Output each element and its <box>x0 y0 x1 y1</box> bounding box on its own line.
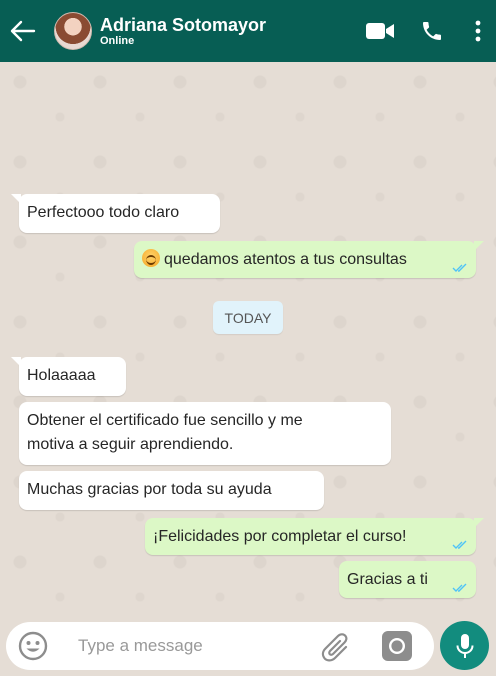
voice-call-button[interactable] <box>418 11 446 51</box>
message-input-bar <box>6 622 434 670</box>
message-text: Muchas gracias por toda su ayuda <box>27 481 272 498</box>
contact-name: Adriana Sotomayor <box>100 14 267 35</box>
date-separator: TODAY <box>213 301 283 334</box>
back-button[interactable] <box>0 0 46 62</box>
video-call-icon <box>366 23 394 39</box>
message-text: Holaaaaa <box>27 367 96 384</box>
message-incoming[interactable]: Perfectooo todo claro <box>11 194 220 233</box>
message-outgoing[interactable]: Gracias a ti <box>339 561 476 598</box>
avatar[interactable] <box>54 12 92 50</box>
emoji-icon <box>18 631 48 661</box>
attach-button[interactable] <box>320 630 354 664</box>
chat-area[interactable]: Perfectooo todo claro quedamos atentos a… <box>0 62 496 618</box>
emoji-button[interactable] <box>17 630 49 662</box>
camera-button[interactable] <box>382 631 412 661</box>
message-outgoing[interactable]: quedamos atentos a tus consultas <box>134 241 484 278</box>
voice-record-button[interactable] <box>440 621 489 670</box>
message-text-line: Obtener el certificado fue sencillo y me <box>27 412 303 429</box>
message-text: Gracias a ti <box>347 571 428 588</box>
camera-icon <box>382 631 412 661</box>
double-check-icon <box>452 583 467 592</box>
contact-status: Online <box>100 34 135 47</box>
message-incoming[interactable]: Muchas gracias por toda su ayuda <box>19 471 324 510</box>
contact-info[interactable]: Adriana Sotomayor Online <box>100 15 266 48</box>
composer <box>0 618 496 676</box>
message-incoming[interactable]: Obtener el certificado fue sencillo y me… <box>19 402 391 465</box>
double-check-icon <box>452 540 467 549</box>
message-outgoing[interactable]: ¡Felicidades por completar el curso! <box>145 518 484 555</box>
message-input[interactable] <box>78 634 298 658</box>
chat-header: Adriana Sotomayor Online <box>0 0 496 62</box>
more-options-button[interactable] <box>468 11 488 51</box>
message-text: Perfectooo todo claro <box>27 204 180 221</box>
double-check-icon <box>452 263 467 272</box>
message-text: ¡Felicidades por completar el curso! <box>153 528 407 545</box>
message-incoming[interactable]: Holaaaaa <box>11 357 126 396</box>
back-arrow-icon <box>10 20 36 42</box>
smiling-emoji-icon <box>142 249 160 267</box>
phone-icon <box>423 22 441 40</box>
message-text-line: motiva a seguir aprendiendo. <box>27 436 234 453</box>
message-text: quedamos atentos a tus consultas <box>164 251 407 268</box>
more-vert-icon <box>475 20 481 42</box>
mic-icon <box>456 633 473 658</box>
attachment-icon <box>321 633 348 662</box>
video-call-button[interactable] <box>364 11 396 51</box>
